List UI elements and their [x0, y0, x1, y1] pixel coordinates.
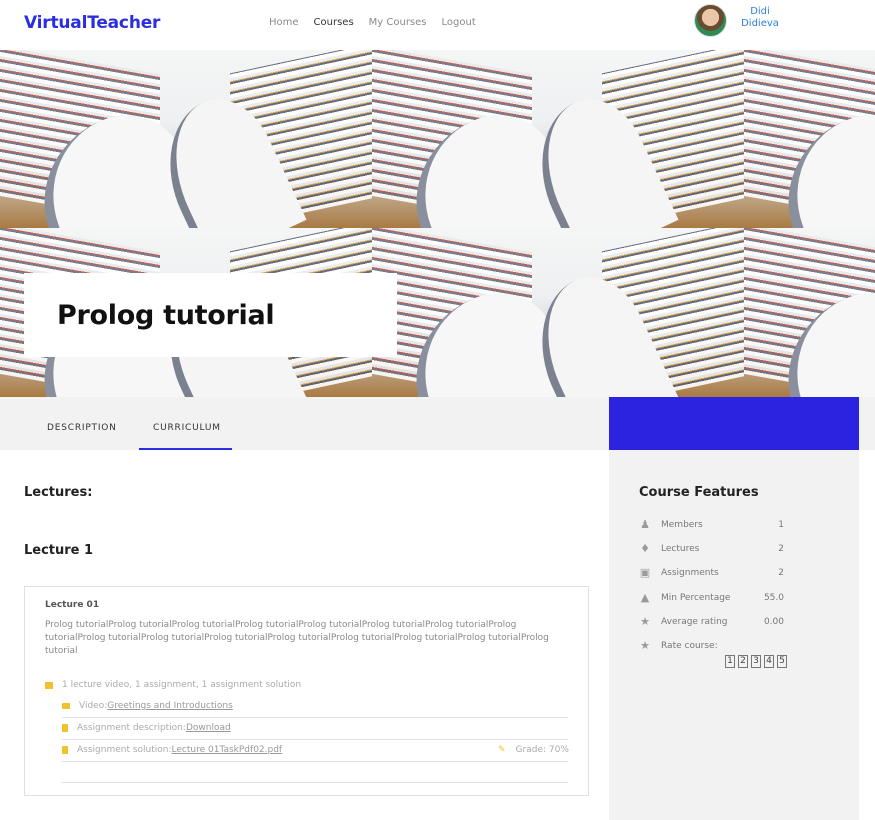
- banner-image-tile: [372, 50, 744, 228]
- feature-average-rating: ★ Average rating 0.00: [638, 616, 784, 630]
- divider: [62, 761, 568, 762]
- lecture-summary-text: 1 lecture video, 1 assignment, 1 assignm…: [62, 680, 302, 690]
- rate-button-2[interactable]: 2: [738, 655, 748, 668]
- feature-members: ♟ Members 1: [638, 519, 784, 533]
- rate-button-3[interactable]: 3: [751, 655, 761, 668]
- feature-assignments: ▣ Assignments 2: [638, 567, 784, 581]
- assignment-solution-row: Assignment solution: Lecture 01TaskPdf02.…: [62, 745, 282, 755]
- course-title-box: Prolog tutorial: [24, 273, 397, 357]
- video-icon: [62, 703, 70, 709]
- file-icon: [62, 724, 68, 732]
- lecture-title: Lecture 01: [45, 600, 100, 610]
- tab-curriculum[interactable]: CURRICULUM: [153, 423, 221, 433]
- grade-text: Grade: 70%: [515, 745, 569, 755]
- feature-value: 0.00: [763, 617, 784, 627]
- rate-button-5[interactable]: 5: [777, 655, 787, 668]
- lecture-card: Lecture 01 Prolog tutorialProlog tutoria…: [24, 586, 589, 796]
- lecture-group-heading: Lecture 1: [24, 543, 94, 558]
- lecture-description: Prolog tutorialProlog tutorialProlog tut…: [45, 620, 549, 656]
- course-title: Prolog tutorial: [57, 300, 275, 331]
- top-header: VirtualTeacher Home Courses My Courses L…: [0, 0, 875, 50]
- course-features-title: Course Features: [639, 485, 759, 500]
- nav-my-courses[interactable]: My Courses: [369, 17, 427, 28]
- nav-courses[interactable]: Courses: [314, 17, 354, 28]
- assignment-download-link[interactable]: Download: [186, 723, 231, 733]
- video-label: Video:: [79, 701, 108, 711]
- user-last-name: Didieva: [741, 18, 779, 29]
- clipboard-icon: ▣: [639, 566, 651, 579]
- feature-min-percentage: ▲ Min Percentage 55.0: [638, 592, 784, 606]
- feature-value: 55.0: [763, 593, 784, 603]
- user-first-name: Didi: [750, 6, 770, 17]
- rate-course-buttons: 1 2 3 4 5: [725, 655, 787, 668]
- users-icon: ♟: [640, 518, 650, 531]
- folder-icon: [45, 681, 53, 689]
- feature-lectures: ♦ Lectures 2: [638, 543, 784, 557]
- star-icon: ★: [640, 615, 650, 628]
- feature-rate-course: ★ Rate course:: [638, 640, 784, 654]
- banner-image-tile: [744, 50, 875, 228]
- file-icon: [62, 746, 68, 754]
- divider: [62, 717, 568, 718]
- video-row: Video: Greetings and Introductions: [62, 701, 233, 711]
- rate-button-4[interactable]: 4: [764, 655, 774, 668]
- video-link[interactable]: Greetings and Introductions: [107, 701, 233, 711]
- bell-icon: ♦: [640, 542, 650, 555]
- user-name[interactable]: Didi Didieva: [738, 6, 782, 30]
- feature-label: Members: [661, 520, 703, 530]
- lectures-heading: Lectures:: [24, 485, 93, 500]
- rate-button-1[interactable]: 1: [725, 655, 735, 668]
- main-nav: Home Courses My Courses Logout: [269, 17, 491, 28]
- tab-description[interactable]: DESCRIPTION: [47, 423, 117, 433]
- assignment-description-label: Assignment description:: [77, 723, 186, 733]
- avatar[interactable]: [694, 4, 727, 37]
- assignment-description-row: Assignment description: Download: [62, 723, 231, 733]
- feature-label: Lectures: [661, 544, 700, 554]
- assignment-solution-link[interactable]: Lecture 01TaskPdf02.pdf: [172, 745, 283, 755]
- lecture-summary: 1 lecture video, 1 assignment, 1 assignm…: [45, 680, 301, 690]
- assignment-solution-label: Assignment solution:: [77, 745, 172, 755]
- thumbs-up-icon: ▲: [640, 591, 650, 604]
- active-tab-indicator: [139, 448, 232, 450]
- feature-value: 2: [778, 544, 784, 554]
- feature-value: 1: [778, 520, 784, 530]
- divider: [62, 739, 568, 740]
- divider: [62, 782, 568, 783]
- feature-label: Assignments: [661, 568, 719, 578]
- nav-home[interactable]: Home: [269, 17, 299, 28]
- feature-label: Min Percentage: [661, 593, 731, 603]
- banner-image-tile: [372, 228, 744, 397]
- edit-icon[interactable]: ✎: [498, 745, 506, 755]
- star-icon: ★: [640, 639, 650, 652]
- banner-image-tile: [744, 228, 875, 397]
- banner-image-tile: [0, 50, 372, 228]
- sidebar-accent-block: [609, 397, 859, 450]
- grade: ✎ Grade: 70%: [498, 745, 569, 755]
- feature-label: Average rating: [661, 617, 728, 627]
- course-features-sidebar: Course Features ♟ Members 1 ♦ Lectures 2…: [609, 450, 859, 820]
- brand-logo[interactable]: VirtualTeacher: [24, 13, 160, 33]
- feature-label: Rate course:: [661, 641, 718, 651]
- nav-logout[interactable]: Logout: [442, 17, 476, 28]
- feature-value: 2: [778, 568, 784, 578]
